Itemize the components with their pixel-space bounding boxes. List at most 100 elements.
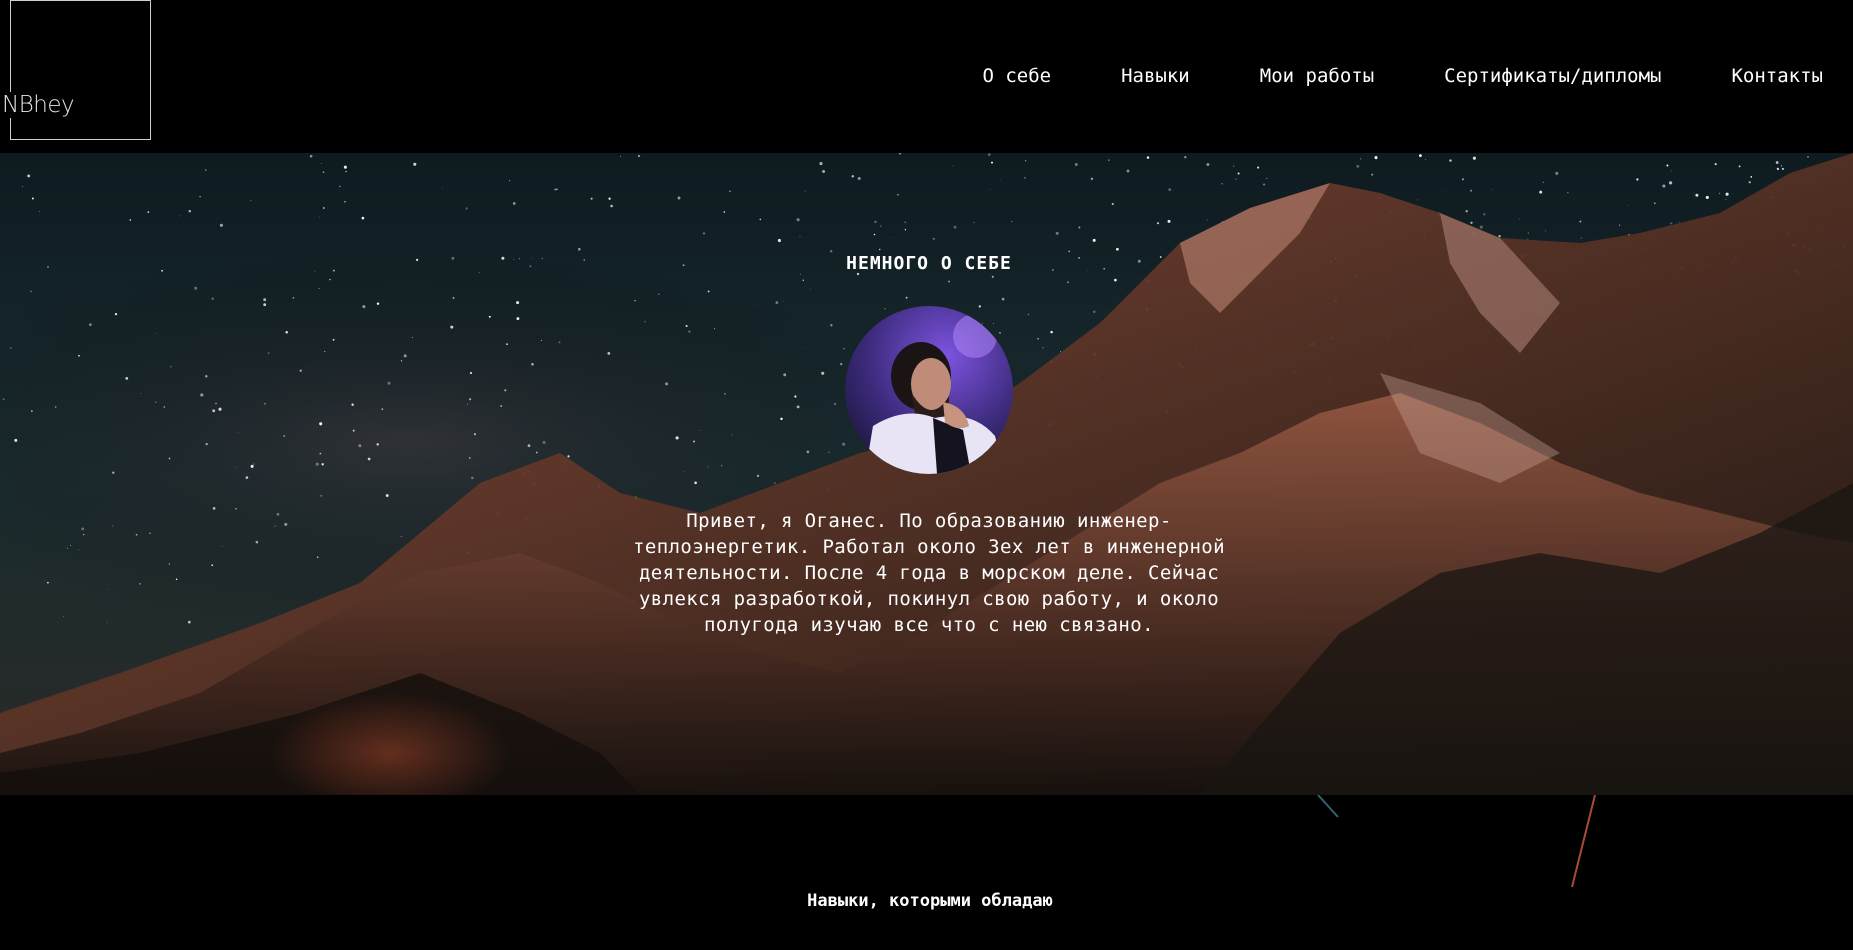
star — [634, 299, 636, 302]
star — [188, 209, 192, 213]
nav-about[interactable]: О себе — [982, 62, 1051, 90]
star — [880, 225, 882, 227]
star — [63, 616, 64, 618]
star — [610, 204, 613, 208]
star — [665, 382, 669, 386]
star — [504, 389, 507, 392]
star — [542, 441, 546, 444]
star — [1235, 178, 1237, 180]
light-streaks — [1317, 795, 1596, 888]
star — [1167, 219, 1171, 223]
star — [578, 247, 581, 251]
logo[interactable]: NBhey — [2, 0, 151, 140]
star — [1695, 193, 1699, 197]
star — [1093, 310, 1096, 313]
star — [344, 201, 346, 203]
star — [1470, 221, 1473, 224]
star — [187, 620, 191, 624]
star — [211, 297, 214, 301]
star — [135, 533, 138, 536]
star — [796, 218, 800, 222]
star — [840, 362, 843, 366]
star — [567, 455, 570, 458]
starry-mountain-background — [0, 153, 1853, 795]
star — [284, 522, 288, 526]
star — [783, 301, 785, 302]
star — [235, 466, 237, 468]
star — [469, 457, 471, 459]
about-title: НЕМНОГО О СЕБЕ — [846, 253, 1012, 274]
star — [991, 275, 994, 278]
star — [450, 325, 454, 329]
star — [309, 154, 313, 158]
star — [978, 305, 982, 308]
star — [714, 328, 716, 330]
star — [194, 286, 198, 290]
star — [822, 170, 826, 173]
profile-photo-icon — [845, 306, 1013, 474]
star — [698, 429, 700, 431]
star — [884, 308, 886, 310]
nav-certificates[interactable]: Сертификаты/дипломы — [1444, 62, 1661, 90]
star — [535, 451, 538, 454]
star — [129, 219, 132, 221]
star — [299, 369, 302, 372]
star — [2, 398, 5, 401]
site-header: NBhey О себе Навыки Мои работы Сертифика… — [0, 0, 1853, 153]
star — [1490, 188, 1492, 190]
star — [810, 288, 811, 290]
star — [1472, 156, 1476, 160]
star — [1114, 278, 1117, 282]
star — [376, 443, 379, 446]
star — [83, 534, 85, 536]
star — [358, 444, 362, 448]
star — [1257, 166, 1260, 169]
star — [1725, 192, 1729, 196]
star — [253, 463, 255, 465]
star — [274, 525, 276, 527]
star — [1542, 181, 1544, 183]
star — [879, 248, 881, 251]
star — [1653, 202, 1656, 205]
star — [1619, 224, 1621, 226]
star — [147, 211, 150, 213]
star — [637, 154, 641, 158]
star — [1776, 167, 1780, 171]
star — [821, 371, 825, 375]
star — [1184, 156, 1187, 159]
star — [318, 288, 320, 290]
star — [830, 324, 833, 327]
star — [106, 621, 108, 623]
star — [1567, 192, 1569, 194]
star — [1371, 173, 1374, 176]
star — [1693, 192, 1695, 194]
star — [267, 352, 270, 355]
star — [1417, 199, 1419, 201]
nav-contacts[interactable]: Контакты — [1731, 62, 1823, 90]
nav-skills[interactable]: Навыки — [1121, 62, 1190, 90]
star — [66, 547, 68, 549]
star — [31, 410, 33, 412]
star — [219, 223, 223, 227]
star — [376, 302, 380, 305]
star — [777, 238, 781, 243]
star — [466, 403, 468, 405]
star — [81, 527, 85, 531]
star — [352, 429, 355, 432]
star — [757, 304, 759, 306]
star — [10, 347, 12, 349]
star — [1780, 165, 1783, 167]
star — [1055, 231, 1059, 235]
star — [469, 371, 473, 375]
star — [112, 471, 115, 474]
star — [385, 494, 389, 497]
star — [1461, 178, 1464, 181]
main-nav: О себе Навыки Мои работы Сертификаты/дип… — [912, 62, 1823, 90]
star — [500, 405, 503, 407]
star — [590, 197, 593, 200]
nav-works[interactable]: Мои работы — [1260, 62, 1374, 90]
skills-title: Навыки, которыми обладаю — [807, 891, 1053, 911]
star — [1092, 238, 1096, 242]
star — [540, 340, 542, 341]
star — [804, 190, 806, 192]
